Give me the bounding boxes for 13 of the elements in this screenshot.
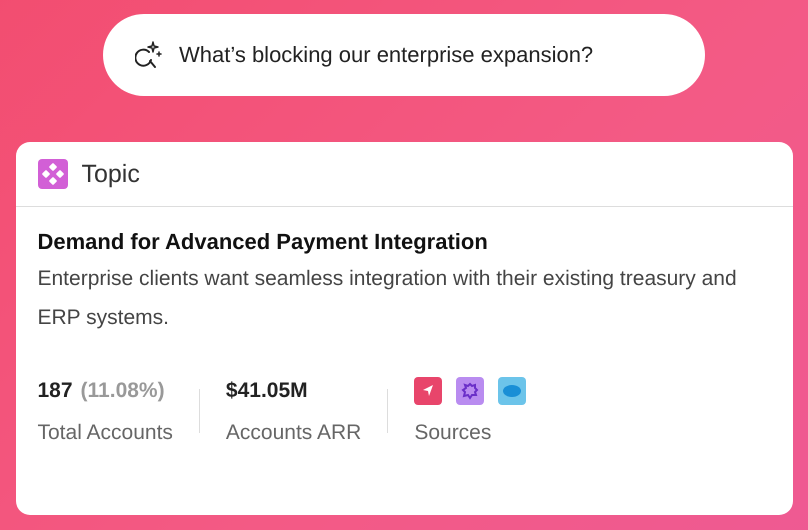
stat-percentage: (11.08%) <box>80 379 165 403</box>
topic-title: Demand for Advanced Payment Integration <box>38 229 489 255</box>
query-text: What’s blocking our enterprise expansion? <box>179 42 594 68</box>
sparkle-search-icon <box>135 40 163 70</box>
search-field[interactable]: What’s blocking our enterprise expansion? <box>103 14 705 96</box>
stat-label: Accounts ARR <box>226 421 362 445</box>
topic-icon <box>38 159 68 189</box>
stat-label: Total Accounts <box>38 421 173 445</box>
card-type-label: Topic <box>82 160 140 188</box>
stat-value: 187 <box>38 379 73 403</box>
topic-description: Enterprise clients want seamless integration with their existing treasury and ERP systems. <box>38 266 738 331</box>
stat-value: $41.05M <box>226 379 308 403</box>
stat-label: Sources <box>414 421 492 445</box>
